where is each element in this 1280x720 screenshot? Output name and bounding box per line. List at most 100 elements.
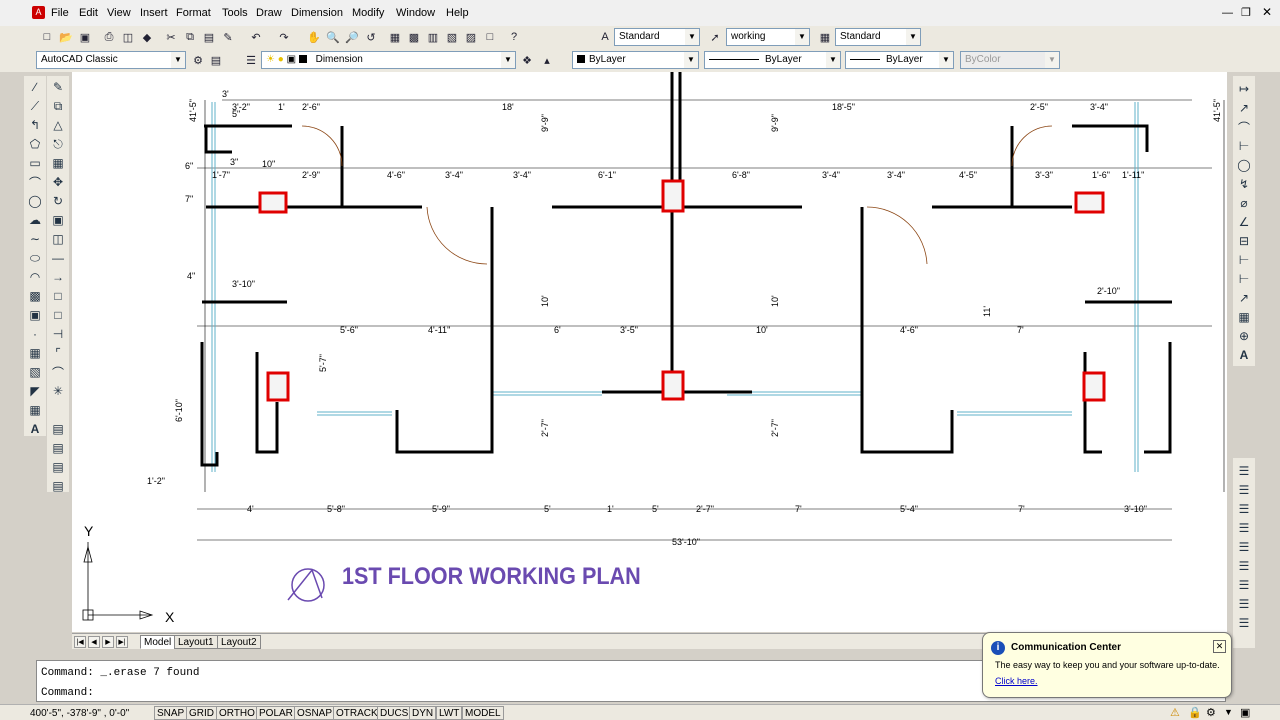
snap-toggle[interactable]: SNAP	[154, 706, 188, 720]
coordinate-readout[interactable]: 400'-5", -378'-9" , 0'-0"	[30, 708, 129, 719]
construction-line-icon[interactable]: ⟋	[26, 97, 44, 115]
polyline-icon[interactable]: ↰	[26, 116, 44, 134]
linear-dim-icon[interactable]: ↦	[1235, 80, 1253, 98]
make-layer-current-icon[interactable]: ❖	[518, 51, 536, 69]
plot-preview-icon[interactable]: ◫	[119, 28, 137, 46]
text-front-icon[interactable]: ▤	[49, 477, 67, 495]
point-icon[interactable]: ·	[26, 325, 44, 343]
fillet-icon[interactable]: ⌒	[49, 363, 67, 381]
close-icon[interactable]: ✕	[1213, 640, 1226, 653]
cut-icon[interactable]: ✂	[162, 28, 180, 46]
layer-dropdown[interactable]: ☀ ● ▣ Dimension ▼	[261, 51, 516, 69]
diameter-dim-icon[interactable]: ⌀	[1235, 194, 1253, 212]
send-back-icon[interactable]: ▤	[49, 458, 67, 476]
layer-tool-5-icon[interactable]: ☰	[1235, 538, 1253, 556]
otrack-toggle[interactable]: OTRACK	[333, 706, 381, 720]
dyn-toggle[interactable]: DYN	[409, 706, 437, 720]
open-icon[interactable]: 📂	[57, 28, 75, 46]
save-icon[interactable]: ▣	[76, 28, 94, 46]
layer-tool-8-icon[interactable]: ☰	[1235, 595, 1253, 613]
minimize-icon[interactable]: —	[1222, 7, 1233, 19]
scale-icon[interactable]: ▣	[49, 211, 67, 229]
hatch-icon[interactable]: ▦	[26, 344, 44, 362]
lineweight-dropdown[interactable]: ByLayer ▼	[845, 51, 954, 69]
close-icon[interactable]: ✕	[1262, 5, 1272, 19]
break-at-point-icon[interactable]: □	[49, 287, 67, 305]
menu-window[interactable]: Window	[396, 7, 435, 19]
ortho-toggle[interactable]: ORTHO	[216, 706, 258, 720]
workspace-dropdown[interactable]: AutoCAD Classic ▼	[36, 51, 186, 69]
workspace-settings-icon[interactable]: ⚙	[189, 51, 207, 69]
menu-edit[interactable]: Edit	[79, 7, 98, 19]
clean-screen-icon[interactable]: ▣	[1240, 706, 1250, 719]
quick-leader-icon[interactable]: ↗	[1235, 289, 1253, 307]
calculator-icon[interactable]: □	[481, 28, 499, 46]
draworder-icon[interactable]: ▤	[49, 420, 67, 438]
undo-icon[interactable]: ↶	[247, 28, 265, 46]
markup-icon[interactable]: ▨	[462, 28, 480, 46]
chevron-down-icon[interactable]: ▼	[1224, 707, 1233, 717]
offset-icon[interactable]: ⎋	[49, 135, 67, 153]
new-icon[interactable]: □	[38, 28, 56, 46]
continue-icon[interactable]: ⊢	[1235, 270, 1253, 288]
pan-icon[interactable]: ✋	[305, 28, 323, 46]
polar-toggle[interactable]: POLAR	[256, 706, 296, 720]
layer-tool-9-icon[interactable]: ☰	[1235, 614, 1253, 632]
tab-layout1[interactable]: Layout1	[174, 635, 218, 649]
aligned-dim-icon[interactable]: ↗	[1235, 99, 1253, 117]
layer-tool-7-icon[interactable]: ☰	[1235, 576, 1253, 594]
zoom-window-icon[interactable]: 🔎	[343, 28, 361, 46]
quick-dim-icon[interactable]: ⊟	[1235, 232, 1253, 250]
circle-icon[interactable]: ◯	[26, 192, 44, 210]
mirror-icon[interactable]: △	[49, 116, 67, 134]
arc-length-icon[interactable]: ⌒	[1235, 118, 1253, 136]
dim-text-edit-icon[interactable]: A	[1235, 346, 1253, 364]
ellipse-icon[interactable]: ⬭	[26, 249, 44, 267]
lwt-toggle[interactable]: LWT	[436, 706, 463, 720]
rectangle-icon[interactable]: ▭	[26, 154, 44, 172]
extend-icon[interactable]: →	[49, 268, 67, 286]
design-center-icon[interactable]: ▩	[405, 28, 423, 46]
tool-palettes-icon[interactable]: ▥	[424, 28, 442, 46]
make-block-icon[interactable]: ▣	[26, 306, 44, 324]
tab-layout2[interactable]: Layout2	[217, 635, 261, 649]
publish-icon[interactable]: ◆	[138, 28, 156, 46]
radius-dim-icon[interactable]: ◯	[1235, 156, 1253, 174]
revision-cloud-icon[interactable]: ☁	[26, 211, 44, 229]
dim-style-icon[interactable]: ➚	[706, 28, 724, 46]
drawing-canvas[interactable]: 3' 3'-2" 1' 2'-6" 18' 18'-5" 2'-5" 3'-4"…	[72, 72, 1227, 632]
polygon-icon[interactable]: ⬠	[26, 135, 44, 153]
region-icon[interactable]: ◤	[26, 382, 44, 400]
layer-tool-6-icon[interactable]: ☰	[1235, 557, 1253, 575]
angular-dim-icon[interactable]: ∠	[1235, 213, 1253, 231]
tolerance-icon[interactable]: ▦	[1235, 308, 1253, 326]
table-icon[interactable]: ▦	[26, 401, 44, 419]
menu-file[interactable]: File	[51, 7, 69, 19]
text-style-dropdown[interactable]: Standard ▼	[614, 28, 700, 46]
linetype-dropdown[interactable]: ByLayer ▼	[704, 51, 841, 69]
menu-format[interactable]: Format	[176, 7, 211, 19]
next-tab-button[interactable]: ▶	[102, 636, 114, 648]
insert-block-icon[interactable]: ▩	[26, 287, 44, 305]
menu-modify[interactable]: Modify	[352, 7, 384, 19]
multiline-text-icon[interactable]: A	[26, 420, 44, 438]
break-icon[interactable]: □	[49, 306, 67, 324]
array-icon[interactable]: ▦	[49, 154, 67, 172]
tray-settings-icon[interactable]: ⚙	[1206, 706, 1216, 719]
help-icon[interactable]: ?	[505, 28, 523, 46]
lock-icon[interactable]: 🔒	[1188, 706, 1202, 719]
trim-icon[interactable]: —	[49, 249, 67, 267]
center-mark-icon[interactable]: ⊕	[1235, 327, 1253, 345]
menu-draw[interactable]: Draw	[256, 7, 282, 19]
menu-dimension[interactable]: Dimension	[291, 7, 343, 19]
match-properties-icon[interactable]: ✎	[219, 28, 237, 46]
prev-tab-button[interactable]: ◀	[88, 636, 100, 648]
zoom-realtime-icon[interactable]: 🔍	[324, 28, 342, 46]
chamfer-icon[interactable]: ⌜	[49, 344, 67, 362]
explode-icon[interactable]: ✳	[49, 382, 67, 400]
jogged-icon[interactable]: ↯	[1235, 175, 1253, 193]
menu-view[interactable]: View	[107, 7, 131, 19]
last-tab-button[interactable]: ▶|	[116, 636, 128, 648]
grid-toggle[interactable]: GRID	[186, 706, 217, 720]
table-style-icon[interactable]: ▦	[816, 28, 834, 46]
